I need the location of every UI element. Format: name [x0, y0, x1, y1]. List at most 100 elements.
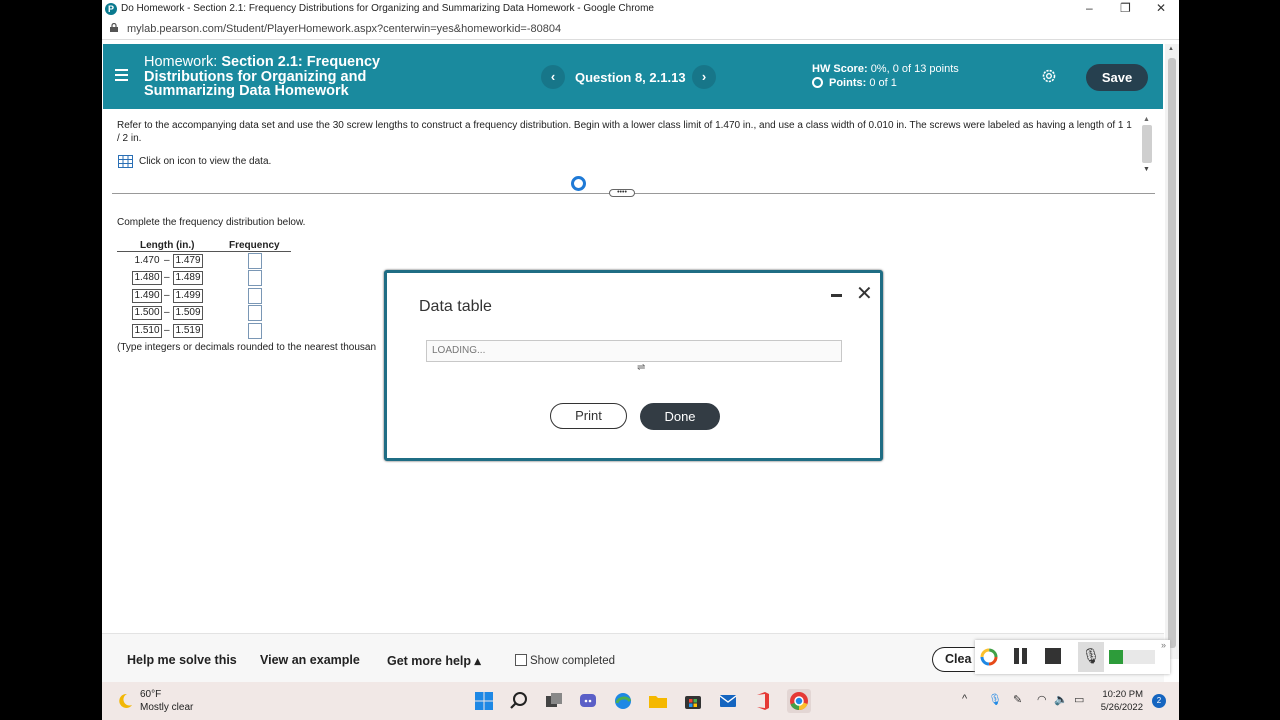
points-label: Points:	[829, 77, 867, 89]
points: Points: 0 of 1	[812, 77, 897, 89]
date: 5/26/2022	[1100, 702, 1143, 713]
lower-limit-input[interactable]: 1.480	[132, 271, 162, 285]
moon-weather-icon[interactable]	[116, 692, 134, 710]
pen-tray-icon[interactable]: ✎	[1013, 693, 1022, 706]
frequency-input[interactable]	[248, 253, 262, 269]
close-dialog-icon[interactable]: ✕	[856, 284, 873, 304]
loading-box: LOADING...	[426, 340, 842, 362]
frequency-input[interactable]	[248, 305, 262, 321]
range-dash: –	[164, 255, 170, 266]
data-table-dialog: Data table ✕ LOADING... ⇌ Print Done	[384, 270, 883, 461]
mail-icon[interactable]	[718, 691, 738, 711]
expand-toolbar-icon[interactable]: »	[1161, 640, 1166, 650]
store-icon[interactable]	[683, 691, 703, 711]
browser-window: P Do Homework - Section 2.1: Frequency D…	[102, 0, 1179, 682]
close-window-button[interactable]: ✕	[1156, 1, 1166, 15]
progress-ring-icon	[812, 77, 823, 88]
lower-limit-input[interactable]: 1.500	[132, 306, 162, 320]
homework-title: Homework: Section 2.1: Frequency Distrib…	[144, 55, 414, 99]
hw-score-value: 0%, 0 of 13 points	[870, 63, 959, 75]
gear-icon[interactable]	[1041, 68, 1057, 84]
notification-badge[interactable]: 2	[1152, 694, 1166, 708]
pearson-favicon-icon: P	[105, 3, 117, 15]
table-instruction: Complete the frequency distribution belo…	[117, 217, 306, 228]
restore-window-button[interactable]: ❐	[1120, 1, 1131, 15]
audio-level-meter	[1109, 650, 1155, 664]
data-table-icon[interactable]	[118, 155, 133, 168]
scroll-up-arrow-icon[interactable]: ▲	[1143, 116, 1150, 123]
rounding-note: (Type integers or decimals rounded to th…	[117, 342, 377, 353]
done-button[interactable]: Done	[640, 403, 720, 430]
teams-chat-icon[interactable]	[578, 691, 598, 711]
view-data-link[interactable]: Click on icon to view the data.	[139, 156, 271, 167]
show-hidden-icons-icon[interactable]: ^	[962, 693, 967, 705]
divider-handle[interactable]: ••••	[609, 189, 635, 197]
show-completed-toggle[interactable]: Show completed	[515, 653, 615, 667]
scroll-down-arrow-icon[interactable]: ▼	[1143, 166, 1150, 173]
get-more-help-button[interactable]: Get more help ▴	[387, 653, 481, 668]
table-row: 1.500 – 1.509	[117, 305, 291, 322]
hw-score: HW Score: 0%, 0 of 13 points	[812, 63, 959, 75]
office-icon[interactable]	[753, 691, 773, 711]
page-scroll-up-icon[interactable]: ▲	[1168, 46, 1174, 52]
frequency-input[interactable]	[248, 270, 262, 286]
upper-limit-input[interactable]: 1.479	[173, 254, 203, 268]
address-bar[interactable]: mylab.pearson.com/Student/PlayerHomework…	[102, 18, 1179, 40]
page-scroll-thumb[interactable]	[1168, 58, 1176, 648]
edge-browser-icon[interactable]	[613, 691, 633, 711]
next-question-button[interactable]: ›	[692, 65, 716, 89]
lower-limit: 1.470	[134, 255, 160, 266]
lower-limit-input[interactable]: 1.490	[132, 289, 162, 303]
print-button[interactable]: Print	[550, 403, 627, 429]
question-text: Refer to the accompanying data set and u…	[117, 120, 1132, 144]
stop-recording-icon[interactable]	[1045, 648, 1061, 664]
help-me-solve-button[interactable]: Help me solve this	[127, 653, 237, 667]
battery-icon[interactable]: ▭	[1074, 693, 1084, 706]
page-scrollbar[interactable]: ▲	[1165, 44, 1179, 659]
save-button[interactable]: Save	[1086, 64, 1148, 91]
chrome-icon[interactable]	[787, 689, 811, 713]
view-example-button[interactable]: View an example	[260, 653, 360, 667]
question-navigator: ‹ Question 8, 2.1.13 ›	[541, 65, 716, 91]
screen-recorder-toolbar: 🎙 »	[975, 640, 1170, 674]
volume-icon[interactable]: 🔈	[1054, 693, 1068, 706]
frequency-input[interactable]	[248, 323, 262, 339]
mic-tray-icon[interactable]: 🎙	[988, 693, 1002, 706]
screen: P Do Homework - Section 2.1: Frequency D…	[0, 0, 1280, 720]
clock[interactable]: 10:20 PM 5/26/2022	[1095, 688, 1143, 714]
wifi-icon[interactable]: ◠	[1037, 693, 1047, 706]
lower-limit-input[interactable]: 1.510	[132, 324, 162, 338]
minimize-dialog-icon[interactable]	[831, 294, 842, 297]
table-row: 1.490 – 1.499	[117, 288, 291, 305]
upper-limit-input[interactable]: 1.499	[173, 289, 203, 303]
minimize-window-button[interactable]: –	[1086, 1, 1093, 15]
windows-taskbar: 60°F Mostly clear ^ 🎙 ✎ ◠ 🔈 ▭ 10:20 PM 5…	[102, 682, 1179, 720]
recorder-logo-icon	[980, 648, 998, 666]
start-windows-icon[interactable]	[474, 691, 494, 711]
table-row: 1.480 – 1.489	[117, 270, 291, 287]
file-explorer-icon[interactable]	[648, 691, 668, 711]
range-dash: –	[164, 290, 170, 301]
upper-limit-input[interactable]: 1.519	[173, 324, 203, 338]
dialog-title: Data table	[419, 298, 492, 315]
task-view-icon[interactable]	[544, 691, 564, 711]
upper-limit-input[interactable]: 1.489	[173, 271, 203, 285]
microphone-icon[interactable]: 🎙	[1078, 642, 1104, 672]
scroll-thumb[interactable]	[1142, 125, 1152, 163]
question-label[interactable]: Question 8, 2.1.13	[575, 70, 686, 85]
previous-question-button[interactable]: ‹	[541, 65, 565, 89]
upper-limit-input[interactable]: 1.509	[173, 306, 203, 320]
hamburger-menu-icon[interactable]	[115, 69, 128, 81]
range-dash: –	[164, 307, 170, 318]
range-dash: –	[164, 272, 170, 283]
search-icon[interactable]	[509, 691, 529, 711]
question-scrollbar[interactable]: ▲ ▼	[1141, 114, 1153, 176]
pause-recording-icon[interactable]	[1014, 648, 1030, 669]
window-title: Do Homework - Section 2.1: Frequency Dis…	[121, 3, 654, 14]
points-value: 0 of 1	[869, 77, 897, 89]
weather-condition: Mostly clear	[140, 702, 194, 713]
table-row: 1.470 – 1.479	[117, 253, 291, 270]
frequency-input[interactable]	[248, 288, 262, 304]
show-completed-checkbox[interactable]	[515, 654, 527, 666]
url-text: mylab.pearson.com/Student/PlayerHomework…	[127, 23, 562, 35]
